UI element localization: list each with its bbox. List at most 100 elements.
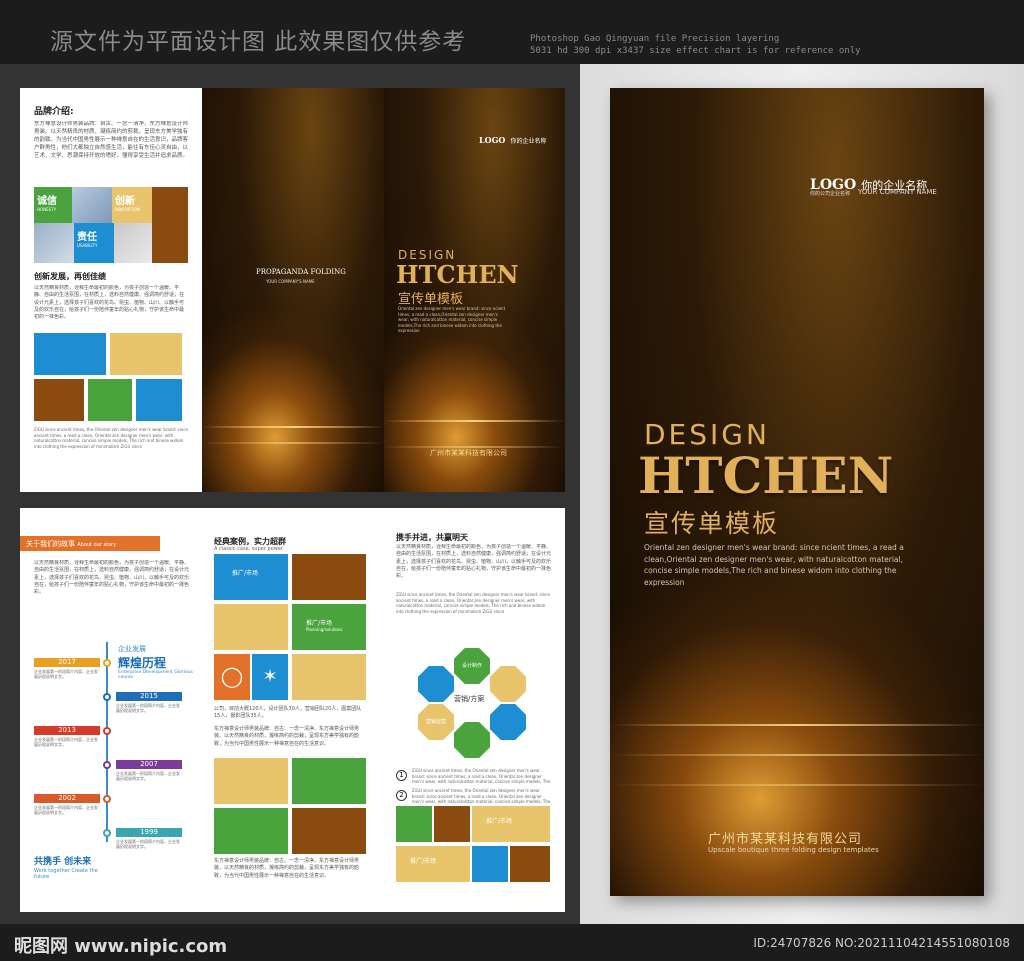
tile-responsibility-label: 责任 — [77, 232, 97, 243]
light-streak — [610, 784, 984, 786]
light-streak — [610, 754, 984, 756]
oct-left-bottom: 营销运营 — [418, 704, 454, 740]
inner-panel-1: 关于我们的故事 About our story 以天然精良材质，诠释生命最初的颜… — [20, 508, 202, 912]
tile-honesty-label: 诚信 — [37, 196, 57, 207]
top-banner: 源文件为平面设计图 此效果图仅供参考 Photoshop Gao Qingyua… — [0, 0, 1024, 64]
tile-responsibility: 责任 USABILITY — [74, 223, 114, 263]
inner-panel-3: 携手并进，共赢明天 以天然精良材质，诠释生命最初的颜色，为孩子创造一个温暖、平静… — [384, 508, 565, 912]
outer-sheet: 品牌介绍: 东方禅意设计师男装品牌：自古、一念一清净、东方禅意设计师男装。以天然… — [20, 88, 565, 492]
mid-htchen: HTCHEN — [396, 260, 519, 289]
glow-effect — [202, 310, 384, 492]
bulb-icon: ◯ — [220, 664, 244, 688]
outer-panel-2: PROPAGANDA FOLDING YOUR COMPANY'S NAME — [202, 88, 384, 492]
outer-small-en: ZiGU since ancient times, the Oriental z… — [34, 427, 188, 449]
brand-text: 东方禅意设计师男装品牌：自古、一念一清净、东方禅意设计师男装。以天然精良的材质、… — [34, 121, 188, 159]
future-title: 共携手 创未来 — [34, 857, 92, 867]
banner-en-line1: Photoshop Gao Qingyuan file Precision la… — [530, 34, 780, 44]
num-1: 1 — [396, 770, 407, 781]
promo-block-5 — [292, 654, 366, 700]
tile-innovation-label: 创新 — [115, 196, 135, 207]
year-text: 企业发展第一阶段简介内容，企业发展历程说明文字。 — [34, 737, 98, 748]
year-text: 企业发展第一阶段简介内容，企业发展历程说明文字。 — [34, 805, 98, 816]
image-id: ID:24707826 NO:20211104214551080108 — [753, 936, 1010, 950]
oct-right-bottom — [490, 704, 526, 740]
oct-left-label: 营销运营 — [425, 719, 446, 725]
brand-title: 品牌介绍: — [34, 107, 74, 117]
bottom-block-4 — [292, 808, 366, 854]
promo-label: 推广/市场 — [306, 620, 333, 627]
brand-tiles: 诚信 HONESTY 创新 INNOVATION 责任 USABILITY — [34, 187, 188, 263]
c-block-6 — [510, 846, 550, 882]
outer-panel-1: 品牌介绍: 东方禅意设计师男装品牌：自古、一念一清净、东方禅意设计师男装。以天然… — [20, 88, 202, 492]
oct-right-top — [490, 666, 526, 702]
timeline-title: 辉煌历程 — [118, 656, 167, 670]
block-blue-2 — [136, 379, 182, 421]
handshake-icon: ✶ — [262, 666, 278, 687]
block-green — [88, 379, 132, 421]
photo-tile — [72, 187, 112, 223]
mid-logo: LOGO — [479, 135, 506, 145]
year-dot — [103, 693, 111, 701]
story-label-bar: 关于我们的故事 About our story — [20, 536, 160, 551]
story-label: 关于我们的故事 — [26, 540, 75, 548]
num-2: 2 — [396, 790, 407, 801]
promo-label: 推广/市场 — [486, 818, 513, 825]
innov-blocks — [34, 333, 188, 425]
banner-en-line2: 5031 hd 300 dpi x3437 size effect chart … — [530, 46, 861, 56]
year-tag: 2017 — [34, 658, 100, 667]
promo-en: Planning/solutions — [306, 627, 343, 632]
year-text: 企业发展第一阶段简介内容，企业发展历程说明文字。 — [34, 669, 98, 680]
cover-htchen: HTCHEN — [638, 446, 894, 505]
banner-cn-text: 源文件为平面设计图 此效果图仅供参考 — [50, 29, 467, 55]
tile-innovation: 创新 INNOVATION — [112, 187, 152, 223]
photo-tile-3 — [114, 223, 152, 263]
mid-company-cn: 你的企业名称 — [510, 138, 547, 145]
block-blue — [34, 333, 106, 375]
promo-block-1: 推广/市场 — [214, 554, 288, 600]
cover-desc-en: Oriental zen designer men's wear brand: … — [644, 543, 904, 587]
tile-honesty: 诚信 HONESTY — [34, 187, 72, 223]
num-1-text: ZiGU since ancient times, the Oriental z… — [412, 768, 551, 784]
propaganda-title: PROPAGANDA FOLDING — [256, 268, 346, 276]
propaganda-company: YOUR COMPANY'S NAME — [266, 279, 315, 284]
promo-block-3 — [214, 604, 288, 650]
year-dot — [103, 727, 111, 735]
year-text: 企业发展第一阶段简介内容，企业发展历程说明文字。 — [116, 703, 180, 714]
block-yellow — [110, 333, 182, 375]
site-logo: 昵图网 www.nipic.com — [14, 936, 228, 957]
tile-brown — [152, 187, 188, 263]
year-tag: 2002 — [34, 794, 100, 803]
num-2-text: ZiGU since ancient times, the Oriental z… — [412, 788, 551, 804]
bottom-block-3 — [214, 808, 288, 854]
story-text: 以天然精良材质，诠释生命最初的颜色，为孩子创造一个温暖、平静、自由的生活氛围，在… — [34, 560, 190, 595]
light-streak — [384, 420, 565, 422]
c-block-4: 推广/市场 — [396, 846, 470, 882]
cover-company-sub: 你的公司企业名称 — [810, 191, 851, 197]
story-en: About our story — [77, 542, 117, 548]
light-streak — [610, 724, 984, 726]
bottom-block-2 — [292, 758, 366, 804]
cover-template-cn: 宣传单模板 — [644, 509, 780, 538]
inner-sheet: 关于我们的故事 About our story 以天然精良材质，诠释生命最初的颜… — [20, 508, 565, 912]
year-dot — [103, 659, 111, 667]
light-streak — [202, 442, 384, 444]
inner-panel-2: 经典案例，实力超群 A classic case, super power 推广… — [202, 508, 384, 912]
cover-company-name: 广州市某某科技有限公司 — [708, 832, 863, 847]
year-dot — [103, 829, 111, 837]
promo-label: 推广/市场 — [232, 570, 259, 577]
mid-logo-group: LOGO 你的企业名称 — [479, 128, 547, 147]
oct-left-top — [418, 666, 454, 702]
year-dot — [103, 795, 111, 803]
cases-text2: 东方禅意设计师男装品牌：自古、一念一清净、东方禅意设计师男装。以天然精良的材质，… — [214, 726, 360, 747]
year-dot — [103, 761, 111, 769]
hand-title: 携手并进，共赢明天 — [396, 533, 468, 542]
year-text: 企业发展第一阶段简介内容，企业发展历程说明文字。 — [116, 771, 180, 782]
promo-block-2 — [292, 554, 366, 600]
year-tag: 2013 — [34, 726, 100, 735]
glow-effect — [384, 310, 565, 492]
tile-honesty-en: HONESTY — [37, 207, 57, 212]
oct-center: 营销/方案 — [454, 695, 485, 703]
timeline-line — [106, 642, 108, 842]
c-block-3: 推广/市场 — [472, 806, 550, 842]
c-block-2 — [434, 806, 470, 842]
